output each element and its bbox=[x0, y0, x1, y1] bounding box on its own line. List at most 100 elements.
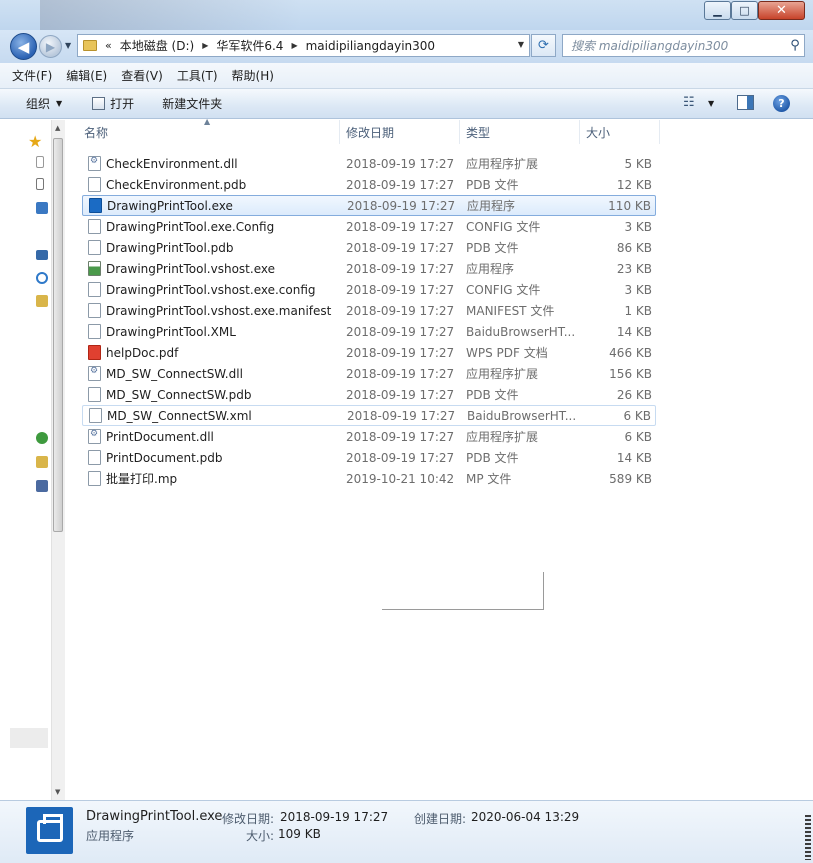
details-size-value: 109 KB bbox=[278, 827, 321, 841]
file-date: 2018-09-19 17:27 bbox=[346, 387, 455, 402]
back-button[interactable]: ◀ bbox=[10, 33, 37, 60]
details-file-name: DrawingPrintTool.exe bbox=[86, 809, 223, 824]
file-doc-icon bbox=[88, 282, 101, 297]
file-size: 26 KB bbox=[616, 387, 652, 402]
homegroup-icon[interactable] bbox=[36, 272, 48, 284]
new-folder-button[interactable]: 新建文件夹 bbox=[162, 95, 222, 112]
breadcrumb-folder-parent[interactable]: 华军软件6.4 bbox=[216, 37, 283, 54]
menu-view[interactable]: 查看(V) bbox=[121, 67, 163, 84]
navigation-scroll-thumb[interactable] bbox=[53, 138, 63, 532]
file-doc-icon bbox=[88, 387, 101, 402]
file-doc-icon bbox=[88, 471, 101, 486]
file-name: MD_SW_ConnectSW.dll bbox=[106, 366, 243, 381]
search-box[interactable]: 搜索 maidipiliangdayin300 ⚲ bbox=[562, 34, 805, 57]
file-row[interactable]: PrintDocument.pdb 2018-09-19 17:27 PDB 文件 1… bbox=[82, 447, 656, 468]
file-row[interactable]: PrintDocument.dll 2018-09-19 17:27 应用程序扩展 6… bbox=[82, 426, 656, 447]
forward-button[interactable]: ▶ bbox=[39, 35, 62, 58]
file-date: 2018-09-19 17:27 bbox=[346, 240, 455, 255]
downloads-icon[interactable] bbox=[36, 178, 44, 190]
computer-icon[interactable] bbox=[36, 432, 48, 444]
file-date: 2018-09-19 17:27 bbox=[346, 303, 455, 318]
file-name: CheckEnvironment.pdb bbox=[106, 177, 247, 192]
file-row[interactable]: helpDoc.pdf 2018-09-19 17:27 WPS PDF 文档 466… bbox=[82, 342, 656, 363]
help-icon[interactable]: ? bbox=[773, 95, 790, 112]
file-row[interactable]: MD_SW_ConnectSW.xml 2018-09-19 17:27 Baidu… bbox=[82, 405, 656, 426]
recent-pages-dropdown[interactable]: ▼ bbox=[65, 41, 71, 50]
navigation-pane[interactable]: ★ ▲ ▼ bbox=[0, 120, 65, 800]
column-header-date[interactable]: 修改日期 bbox=[340, 120, 460, 144]
details-size-label: 大小: bbox=[246, 829, 275, 843]
navigation-selection-band bbox=[10, 728, 48, 748]
file-list[interactable]: ▲ 名称 修改日期 类型 大小 CheckEnvironment.dll2018… bbox=[66, 117, 813, 800]
file-dll-icon bbox=[88, 429, 101, 444]
breadcrumb-separator-icon[interactable]: ▶ bbox=[202, 41, 208, 50]
file-pdf-icon bbox=[88, 345, 101, 360]
desktop-icon[interactable] bbox=[36, 156, 44, 168]
network-icon[interactable] bbox=[36, 480, 48, 492]
column-header-name[interactable]: 名称 bbox=[78, 120, 340, 144]
file-dll-icon bbox=[88, 156, 101, 171]
file-vshost-icon bbox=[88, 261, 101, 276]
file-row[interactable]: MD_SW_ConnectSW.dll 2018-09-19 17:27 应用程序扩… bbox=[82, 363, 656, 384]
minimize-button[interactable]: ▁ bbox=[704, 1, 731, 20]
file-name: PrintDocument.dll bbox=[106, 429, 214, 444]
refresh-button[interactable]: ⟳ bbox=[531, 34, 556, 57]
file-name: MD_SW_ConnectSW.pdb bbox=[106, 387, 252, 402]
organize-button[interactable]: 组织 ▼ bbox=[26, 95, 62, 112]
view-options-icon[interactable]: ☷ bbox=[683, 95, 695, 110]
menu-file[interactable]: 文件(F) bbox=[12, 67, 52, 84]
drive-icon[interactable] bbox=[36, 456, 48, 468]
open-button[interactable]: 打开 bbox=[92, 95, 134, 112]
address-dropdown-icon[interactable]: ▼ bbox=[518, 40, 524, 49]
file-row[interactable]: DrawingPrintTool.vshost.exe 2018-09-19 17… bbox=[82, 258, 656, 279]
breadcrumb-separator-icon[interactable]: ▶ bbox=[291, 41, 297, 50]
file-size: 14 KB bbox=[616, 324, 652, 339]
file-doc-icon bbox=[88, 240, 101, 255]
file-row[interactable]: 批量打印.mp 2019-10-21 10:42 MP 文件 589 KB bbox=[82, 468, 656, 489]
column-header-type[interactable]: 类型 bbox=[460, 120, 580, 144]
file-type: MANIFEST 文件 bbox=[466, 304, 555, 318]
file-row[interactable]: DrawingPrintTool.exe.Config 2018-09-19 17… bbox=[82, 216, 656, 237]
file-row[interactable]: DrawingPrintTool.exe 2018-09-19 17:27 应用程序… bbox=[82, 195, 656, 216]
favorites-star-icon[interactable]: ★ bbox=[28, 132, 42, 151]
scroll-up-icon[interactable]: ▲ bbox=[55, 124, 60, 132]
file-size: 5 KB bbox=[624, 156, 652, 171]
maximize-button[interactable]: □ bbox=[731, 1, 758, 20]
file-row[interactable]: CheckEnvironment.pdb 2018-09-19 17:27 PDB … bbox=[82, 174, 656, 195]
file-type: 应用程序扩展 bbox=[466, 367, 539, 381]
file-date: 2018-09-19 17:27 bbox=[346, 177, 455, 192]
recent-places-icon[interactable] bbox=[36, 202, 48, 214]
breadcrumb-folder-current[interactable]: maidipiliangdayin300 bbox=[306, 39, 435, 53]
file-row[interactable]: DrawingPrintTool.XML 2018-09-19 17:27 Baid… bbox=[82, 321, 656, 342]
breadcrumb-overflow[interactable]: « bbox=[105, 39, 112, 52]
details-file-type: 应用程序 bbox=[86, 829, 135, 843]
organize-label: 组织 bbox=[26, 97, 51, 111]
menu-help[interactable]: 帮助(H) bbox=[232, 67, 274, 84]
file-date: 2018-09-19 17:27 bbox=[347, 198, 456, 213]
breadcrumb-drive[interactable]: 本地磁盘 (D:) bbox=[120, 37, 194, 54]
column-header-size[interactable]: 大小 bbox=[580, 120, 660, 144]
file-name: DrawingPrintTool.vshost.exe.config bbox=[106, 282, 316, 297]
chevron-down-icon: ▼ bbox=[56, 99, 63, 108]
file-row[interactable]: DrawingPrintTool.pdb 2018-09-19 17:27 PDB … bbox=[82, 237, 656, 258]
tooltip-shadow bbox=[543, 572, 544, 610]
search-input[interactable]: 搜索 maidipiliangdayin300 bbox=[571, 37, 786, 54]
menu-tools[interactable]: 工具(T) bbox=[177, 67, 218, 84]
file-row[interactable]: CheckEnvironment.dll 2018-09-19 17:27 应用程序… bbox=[82, 153, 656, 174]
libraries-icon[interactable] bbox=[36, 250, 48, 260]
file-row[interactable]: DrawingPrintTool.vshost.exe.config 2018-0… bbox=[82, 279, 656, 300]
details-pane: DrawingPrintTool.exe 应用程序 修改日期: 2018-09-… bbox=[0, 800, 813, 863]
file-type: 应用程序扩展 bbox=[466, 430, 539, 444]
scroll-down-icon[interactable]: ▼ bbox=[55, 788, 60, 796]
search-icon[interactable]: ⚲ bbox=[786, 38, 804, 53]
resize-grip[interactable] bbox=[805, 815, 811, 860]
file-size: 14 KB bbox=[616, 450, 652, 465]
documents-icon[interactable] bbox=[36, 295, 48, 307]
file-row[interactable]: DrawingPrintTool.vshost.exe.manifest 2018… bbox=[82, 300, 656, 321]
view-dropdown-icon[interactable]: ▼ bbox=[708, 99, 714, 108]
file-row[interactable]: MD_SW_ConnectSW.pdb 2018-09-19 17:27 PDB 文… bbox=[82, 384, 656, 405]
close-button[interactable]: ✕ bbox=[758, 1, 805, 20]
menu-edit[interactable]: 编辑(E) bbox=[66, 67, 107, 84]
address-bar[interactable]: « 本地磁盘 (D:) ▶ 华军软件6.4 ▶ maidipiliangdayi… bbox=[77, 34, 530, 57]
preview-pane-icon[interactable] bbox=[737, 95, 754, 110]
